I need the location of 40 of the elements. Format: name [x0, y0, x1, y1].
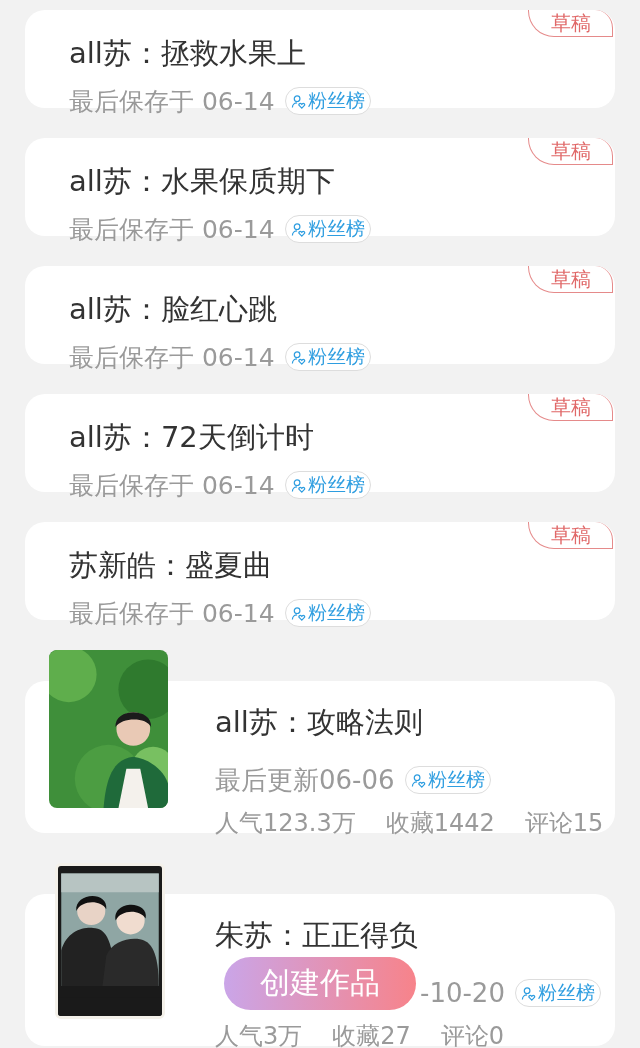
work-title: all苏：攻略法则	[215, 704, 424, 741]
saved-date: 最后保存于 06-14	[69, 85, 275, 118]
person-heart-icon	[290, 605, 306, 621]
stat-text: 收藏1442	[385, 808, 495, 839]
person-heart-icon	[290, 477, 306, 493]
person-heart-icon	[520, 985, 536, 1001]
draft-tag: 草稿	[528, 138, 613, 165]
draft-title: all苏：72天倒计时	[69, 419, 315, 456]
update-date: 最后更新06-06	[215, 763, 395, 797]
draft-tag: 草稿	[528, 522, 613, 549]
fan-ranking-link[interactable]: 粉丝榜	[284, 215, 371, 243]
person-heart-icon	[290, 349, 306, 365]
work-title: 朱苏：正正得负	[215, 917, 419, 954]
draft-tag: 草稿	[528, 10, 613, 37]
saved-date: 最后保存于 06-14	[69, 213, 275, 246]
draft-tag: 草稿	[528, 266, 613, 293]
fan-ranking-link[interactable]: 粉丝榜	[284, 87, 371, 115]
fan-ranking-link[interactable]: 粉丝榜	[284, 343, 371, 371]
fan-ranking-link[interactable]: 粉丝榜	[404, 766, 491, 794]
saved-date: 最后保存于 06-14	[69, 597, 275, 630]
stat-text: 人气123.3万	[215, 808, 356, 839]
person-heart-icon	[410, 772, 426, 788]
stat-text: 评论0	[440, 1021, 505, 1048]
fan-ranking-link[interactable]: 粉丝榜	[284, 471, 371, 499]
stat-text: 评论15	[524, 808, 604, 839]
draft-tag: 草稿	[528, 394, 613, 421]
stat-text: 收藏27	[332, 1021, 411, 1048]
draft-title: 苏新皓：盛夏曲	[69, 547, 273, 584]
draft-title: all苏：拯救水果上	[69, 35, 307, 72]
fan-ranking-link[interactable]: 粉丝榜	[514, 979, 601, 1007]
update-date: -10-20	[420, 978, 505, 1008]
floating-create-button[interactable]: 创建作品	[224, 957, 416, 1010]
saved-date: 最后保存于 06-14	[69, 469, 275, 502]
person-heart-icon	[290, 93, 306, 109]
draft-title: all苏：水果保质期下	[69, 163, 336, 200]
person-heart-icon	[290, 221, 306, 237]
stat-text: 人气3万	[215, 1021, 303, 1048]
fan-ranking-link[interactable]: 粉丝榜	[284, 599, 371, 627]
saved-date: 最后保存于 06-14	[69, 341, 275, 374]
draft-title: all苏：脸红心跳	[69, 291, 278, 328]
